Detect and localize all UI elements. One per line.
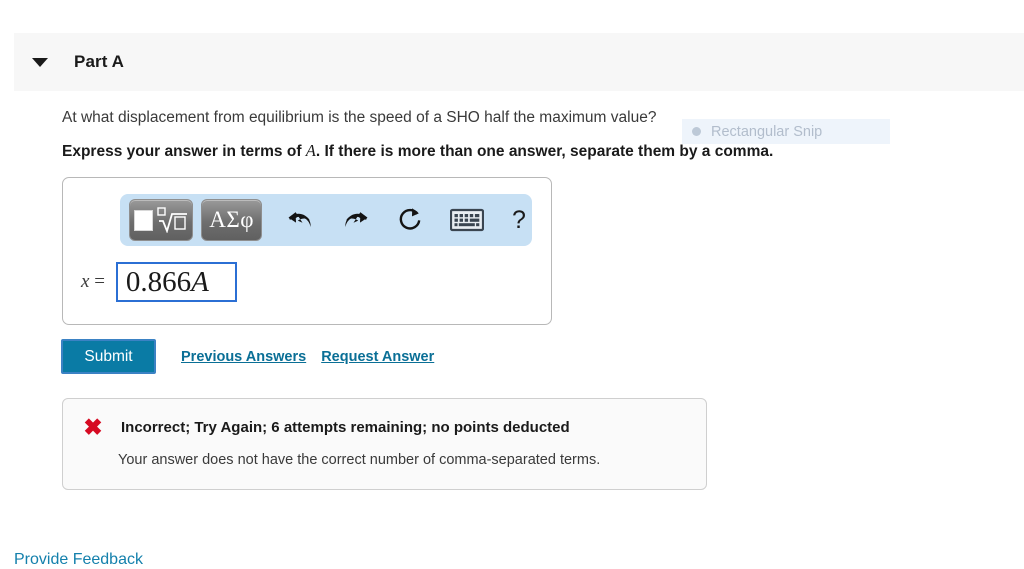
greek-letters-icon: ΑΣφ (209, 207, 255, 232)
x-mark-icon: ✖ (83, 414, 103, 440)
feedback-header: ✖ Incorrect; Try Again; 6 attempts remai… (83, 414, 570, 440)
submit-button[interactable]: Submit (61, 339, 156, 374)
feedback-detail: Your answer does not have the correct nu… (118, 452, 601, 468)
request-answer-link[interactable]: Request Answer (321, 349, 434, 365)
answer-entry-container: ΑΣφ ? x = 0.866A (62, 177, 552, 325)
previous-answers-link[interactable]: Previous Answers (181, 349, 306, 365)
redo-arrow-icon (345, 212, 368, 227)
circular-refresh-icon (399, 208, 421, 230)
math-template-button[interactable] (129, 199, 194, 241)
greek-symbols-button[interactable]: ΑΣφ (201, 199, 262, 241)
part-header-bar[interactable]: Part A (14, 33, 1024, 91)
redo-button[interactable] (340, 205, 370, 235)
keyboard-icon (450, 208, 484, 232)
feedback-title: Incorrect; Try Again; 6 attempts remaini… (121, 418, 570, 436)
undo-button[interactable] (286, 205, 316, 235)
instruction-variable: A (305, 141, 316, 160)
triangle-down-icon[interactable] (32, 57, 48, 67)
math-toolbar: ΑΣφ ? (120, 194, 532, 246)
question-block: At what displacement from equilibrium is… (62, 108, 962, 162)
square-placeholder-icon (133, 209, 153, 231)
reset-button[interactable] (396, 205, 426, 235)
provide-feedback-link[interactable]: Provide Feedback (14, 551, 143, 569)
keyboard-button[interactable] (450, 207, 484, 233)
answer-input[interactable]: 0.866A (115, 262, 237, 302)
question-prompt: At what displacement from equilibrium is… (62, 109, 657, 126)
nth-root-icon (156, 207, 189, 233)
answer-value-number: 0.866 (125, 265, 192, 298)
question-mark-icon: ? (512, 205, 526, 234)
page-title: Part A (74, 52, 125, 71)
action-row: Submit Previous Answers Request Answer (61, 339, 434, 374)
feedback-box: ✖ Incorrect; Try Again; 6 attempts remai… (62, 398, 707, 490)
answer-input-row: x = 0.866A (81, 262, 237, 302)
answer-equals-label: = (89, 271, 105, 292)
answer-field-label: x = (81, 271, 105, 293)
instruction-text-after: . If there is more than one answer, sepa… (315, 143, 774, 160)
instruction-text-before: Express your answer in terms of (62, 143, 306, 160)
answer-value: 0.866A (125, 265, 209, 298)
question-instruction: Express your answer in terms of A. If th… (62, 141, 962, 162)
undo-arrow-icon (288, 212, 311, 227)
help-button[interactable]: ? (506, 205, 532, 235)
answer-value-variable: A (191, 265, 209, 298)
